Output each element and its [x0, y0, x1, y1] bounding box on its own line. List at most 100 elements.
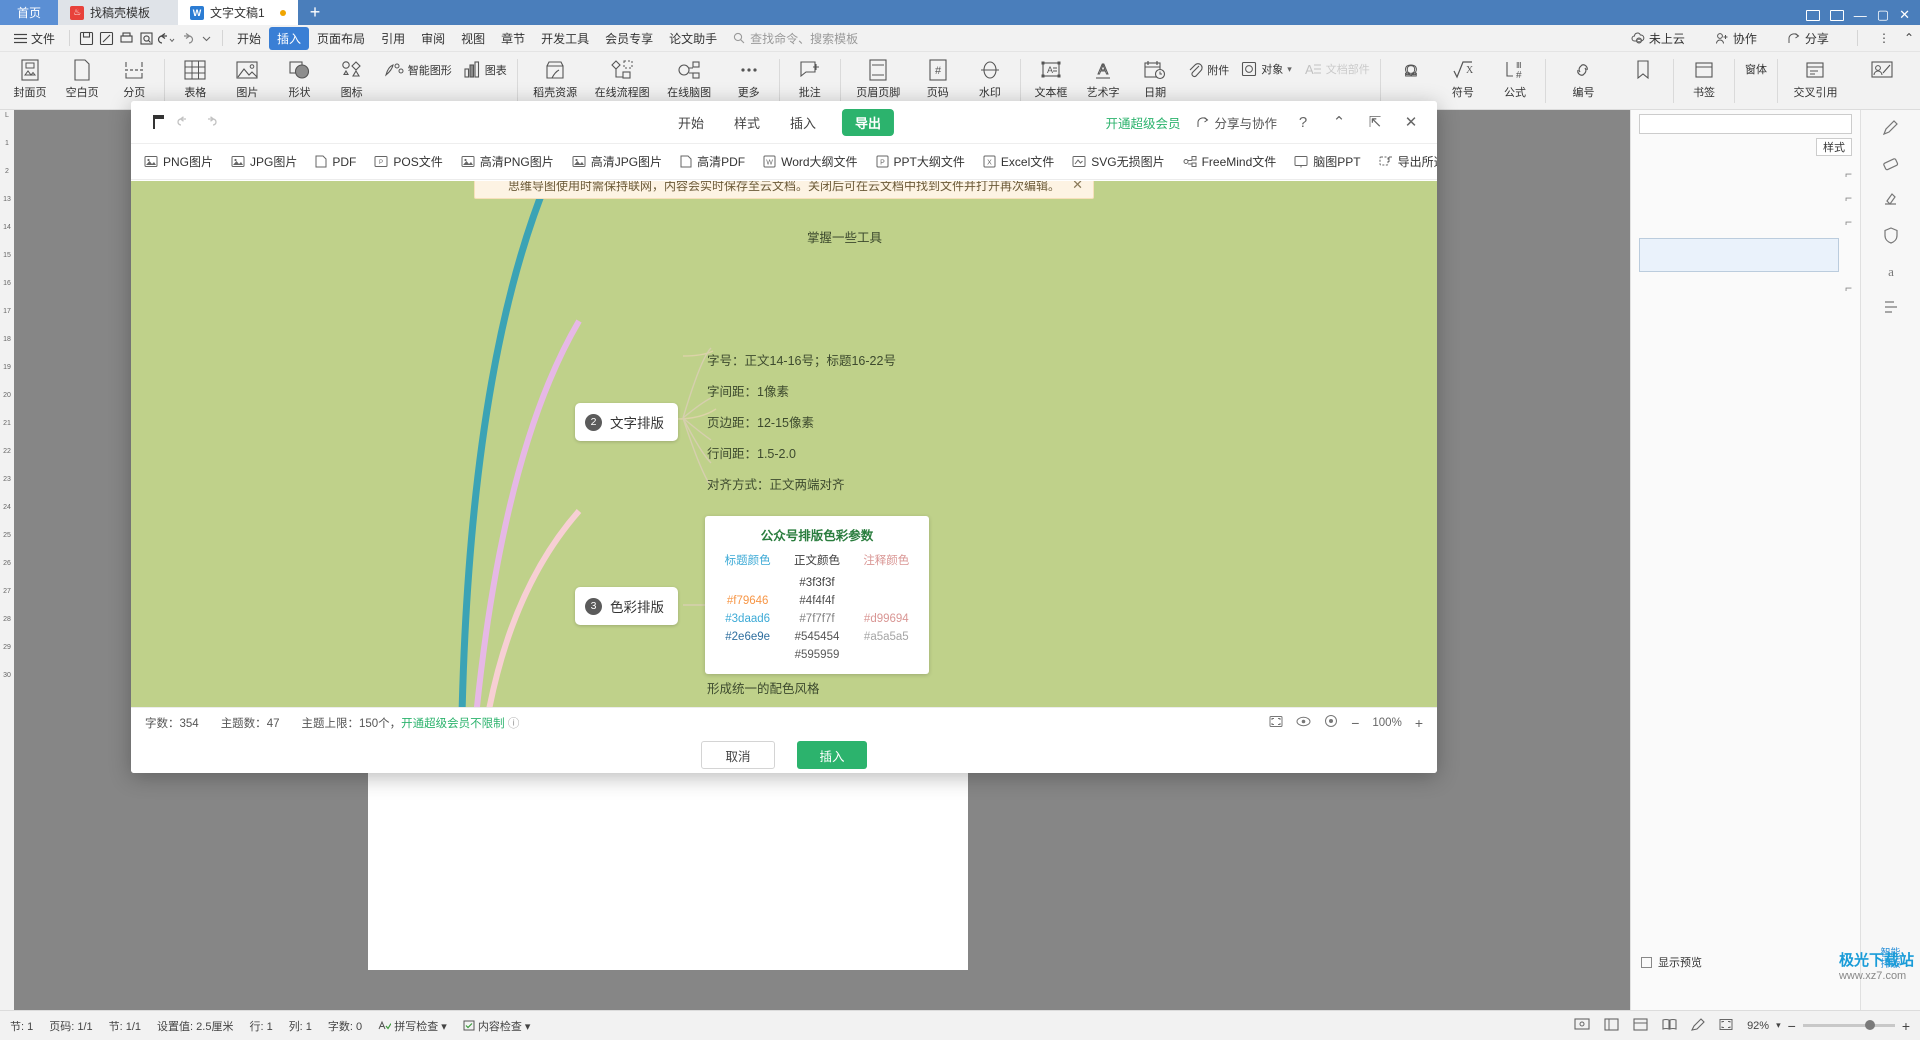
- style-button[interactable]: 样式: [1816, 138, 1852, 156]
- file-menu[interactable]: 文件: [6, 27, 63, 50]
- chevron-down-icon[interactable]: ▾: [1776, 1020, 1781, 1031]
- ribbon-btn-page-number[interactable]: # 页码: [912, 55, 964, 100]
- ribbon-btn-shape[interactable]: 形状: [273, 55, 325, 100]
- export-hd-jpg[interactable]: 高清JPG图片: [563, 148, 671, 175]
- print-preview-icon[interactable]: [136, 28, 156, 48]
- tab-thesis-helper[interactable]: 论文助手: [661, 27, 725, 50]
- upgrade-vip-link[interactable]: 开通超级会员: [1105, 113, 1180, 132]
- status-spellcheck[interactable]: 拼写检查 ▾: [378, 1018, 447, 1034]
- zoom-level[interactable]: 92%: [1747, 1020, 1769, 1032]
- ribbon-btn-cross-reference[interactable]: 窗体: [1739, 55, 1773, 77]
- cancel-button[interactable]: 取消: [701, 741, 775, 769]
- leaf-font-size[interactable]: 字号：正文14-16号；标题16-22号: [707, 350, 896, 369]
- status-contentcheck[interactable]: 内容检查 ▾: [463, 1018, 530, 1034]
- tab-member[interactable]: 会员专享: [597, 27, 661, 50]
- status-row[interactable]: 行: 1: [249, 1018, 272, 1034]
- zoom-slider-knob[interactable]: [1864, 1020, 1875, 1030]
- ribbon-btn-object[interactable]: 对象 ▾: [1235, 55, 1298, 77]
- status-line-col[interactable]: 节: 1/1: [109, 1018, 141, 1034]
- ribbon-btn-form[interactable]: 书签: [1678, 55, 1730, 100]
- more-options-icon[interactable]: ⋮: [1878, 31, 1890, 45]
- zoom-in-button[interactable]: +: [1415, 715, 1423, 731]
- ribbon-btn-picture[interactable]: 图片: [221, 55, 273, 100]
- leaf-page-margin[interactable]: 页边距：12-15像素: [707, 412, 814, 431]
- preview-icon[interactable]: [1296, 716, 1311, 730]
- zoom-in-button[interactable]: +: [1902, 1018, 1910, 1034]
- close-icon[interactable]: ✕: [1401, 113, 1421, 131]
- dialog-tab-start[interactable]: 开始: [674, 110, 708, 135]
- ribbon-btn-more[interactable]: 更多: [723, 55, 775, 100]
- list-item[interactable]: ⌐: [1639, 276, 1852, 300]
- share-button[interactable]: 分享: [1779, 27, 1837, 50]
- fit-screen-icon[interactable]: [1269, 715, 1283, 731]
- mindmap-node-3[interactable]: 3 色彩排版: [575, 587, 678, 625]
- tab-view[interactable]: 视图: [453, 27, 493, 50]
- ribbon-btn-icon-gallery[interactable]: 图标: [326, 55, 378, 100]
- leaf-color-style[interactable]: 形成统一的配色风格: [707, 678, 820, 697]
- ribbon-btn-header-footer[interactable]: 页眉页脚: [845, 55, 912, 100]
- collapse-icon[interactable]: ⌃: [1329, 113, 1349, 131]
- tab-review[interactable]: 审阅: [413, 27, 453, 50]
- list-item[interactable]: ⌐: [1639, 210, 1852, 234]
- status-setting[interactable]: 设置值: 2.5厘米: [157, 1018, 233, 1034]
- export-jpg[interactable]: JPG图片: [222, 148, 306, 175]
- document-tab-1[interactable]: ♨ 找稿壳模板: [58, 0, 178, 25]
- eraser-icon[interactable]: [1880, 152, 1902, 174]
- reading-icon[interactable]: [1662, 1018, 1677, 1034]
- ribbon-btn-date[interactable]: 日期: [1129, 55, 1181, 100]
- close-icon[interactable]: ✕: [1072, 181, 1083, 193]
- status-page[interactable]: 页码: 1/1: [49, 1018, 92, 1034]
- tab-references[interactable]: 引用: [373, 27, 413, 50]
- focus-icon[interactable]: [1324, 714, 1338, 731]
- ribbon-btn-symbol[interactable]: Ω: [1385, 55, 1437, 84]
- maximize-icon[interactable]: ▢: [1877, 7, 1889, 23]
- leaf-line-spacing[interactable]: 行间距：1.5-2.0: [707, 443, 796, 462]
- export-pos[interactable]: P POS文件: [365, 148, 451, 175]
- help-icon[interactable]: ?: [1293, 114, 1313, 131]
- shield-icon[interactable]: [1880, 224, 1902, 246]
- leaf-alignment[interactable]: 对齐方式：正文两端对齐: [707, 474, 845, 493]
- ribbon-btn-hyperlink[interactable]: 编号: [1550, 55, 1617, 100]
- share-collab-button[interactable]: 分享与协作: [1196, 113, 1277, 132]
- export-hd-png[interactable]: 高清PNG图片: [452, 148, 563, 175]
- ribbon-btn-formula[interactable]: X 符号: [1437, 55, 1489, 100]
- ribbon-btn-drop-cap[interactable]: A 文档部件: [1298, 55, 1376, 77]
- ribbon-btn-blank-page[interactable]: 空白页: [56, 55, 108, 100]
- ribbon-btn-attachment[interactable]: 附件: [1181, 55, 1235, 79]
- highlight-icon[interactable]: [1880, 188, 1902, 210]
- zoom-out-button[interactable]: −: [1788, 1018, 1796, 1034]
- collapse-ribbon-icon[interactable]: ⌃: [1904, 31, 1914, 45]
- export-svg[interactable]: SVG无损图片: [1063, 148, 1173, 175]
- mindmap-canvas[interactable]: 掌握一些工具 2 文字排版 字号：正文14-16号；标题16-22号 字间距：1…: [131, 181, 1437, 707]
- flow-icon[interactable]: [1880, 296, 1902, 318]
- document-tab-2[interactable]: W 文字文稿1: [178, 0, 298, 25]
- print-icon[interactable]: [116, 28, 136, 48]
- status-section[interactable]: 节: 1: [10, 1018, 33, 1034]
- new-tab-button[interactable]: +: [298, 0, 332, 25]
- export-hd-pdf[interactable]: 高清PDF: [671, 148, 754, 175]
- ribbon-btn-textbox[interactable]: A 文本框: [1025, 55, 1077, 100]
- tab-page-layout[interactable]: 页面布局: [309, 27, 373, 50]
- tab-insert[interactable]: 插入: [269, 26, 310, 50]
- ribbon-btn-mindmap[interactable]: 在线脑图: [656, 55, 723, 100]
- collab-button[interactable]: 协作: [1707, 27, 1765, 50]
- export-selected-topic[interactable]: 导出所选主题为图片: [1370, 148, 1437, 175]
- ribbon-btn-numbering[interactable]: Ⅲ # 公式: [1489, 55, 1541, 100]
- insert-button[interactable]: 插入: [797, 741, 867, 769]
- color-param-table[interactable]: 公众号排版色彩参数 标题颜色 正文颜色 注释颜色 #f79646 #3daad6…: [705, 516, 929, 674]
- save-icon[interactable]: [76, 28, 96, 48]
- cloud-status[interactable]: 未上云: [1623, 27, 1693, 50]
- expand-icon[interactable]: ⇱: [1365, 113, 1385, 131]
- home-tab[interactable]: 首页: [0, 0, 58, 25]
- export-freemind[interactable]: FreeMind文件: [1174, 148, 1286, 175]
- outline-icon[interactable]: [1633, 1017, 1648, 1034]
- export-png[interactable]: PNG图片: [135, 148, 222, 175]
- tab-dev-tools[interactable]: 开发工具: [533, 27, 597, 50]
- minimize-icon[interactable]: —: [1854, 8, 1867, 23]
- ribbon-btn-bookmark[interactable]: [1617, 55, 1669, 84]
- ribbon-btn-teaching-tools[interactable]: [1849, 55, 1916, 84]
- style-select[interactable]: [1639, 114, 1852, 134]
- dialog-tab-export[interactable]: 导出: [842, 108, 895, 136]
- fullscreen-icon[interactable]: [1719, 1018, 1733, 1034]
- undo-icon[interactable]: [171, 109, 197, 135]
